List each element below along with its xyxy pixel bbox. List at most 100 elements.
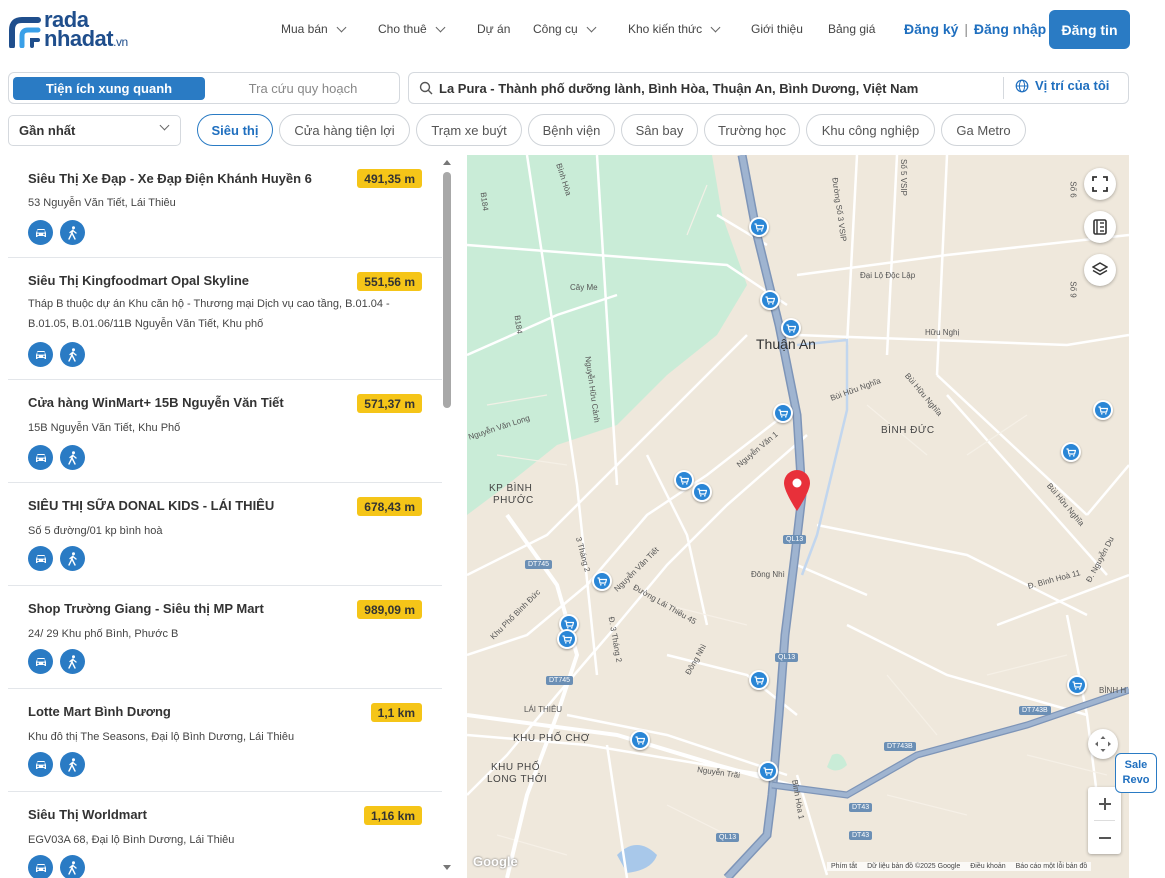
supermarket-marker[interactable] — [592, 571, 612, 591]
car-route-button[interactable] — [28, 546, 53, 571]
list-item[interactable]: SIÊU THỊ SỮA DONAL KIDS - LÁI THIÊU 678,… — [8, 483, 442, 586]
shopping-cart-icon — [786, 323, 796, 333]
supermarket-marker[interactable] — [773, 403, 793, 423]
car-icon — [35, 554, 46, 563]
sale-revo-badge[interactable]: Sale Revo — [1115, 753, 1157, 793]
map-layers-button[interactable] — [1084, 254, 1116, 286]
walk-route-button[interactable] — [60, 752, 85, 777]
report-error-link[interactable]: Báo cáo một lỗi bản đồ — [1016, 863, 1088, 870]
map-label-dong-nhi: Đông Nhì — [751, 570, 785, 579]
car-route-button[interactable] — [28, 220, 53, 245]
list-item[interactable]: Shop Trường Giang - Siêu thị MP Mart 989… — [8, 586, 442, 689]
logo-wordmark: rada nhadat.vn — [44, 9, 128, 52]
map-label-binh-h: BÌNH H — [1099, 686, 1127, 695]
scroll-up-arrow-icon[interactable] — [443, 160, 451, 165]
chip-ga-metro[interactable]: Ga Metro — [941, 114, 1026, 146]
supermarket-marker[interactable] — [674, 470, 694, 490]
supermarket-marker[interactable] — [1093, 400, 1113, 420]
map-base-layer — [467, 155, 1129, 878]
site-logo[interactable]: rada nhadat.vn — [8, 9, 158, 54]
nav-gioi-thieu[interactable]: Giới thiệu — [751, 22, 803, 36]
walk-route-button[interactable] — [60, 649, 85, 674]
map-label-kp-long-thoi-1: KHU PHỐ — [491, 762, 541, 773]
route-buttons — [28, 855, 85, 878]
nav-kho-kien-thuc[interactable]: Kho kiến thức — [628, 22, 721, 36]
shopping-cart-icon — [754, 675, 764, 685]
nav-label: Cho thuê — [378, 22, 427, 36]
supermarket-marker[interactable] — [1067, 675, 1087, 695]
supermarket-marker[interactable] — [749, 217, 769, 237]
chip-sieu-thi[interactable]: Siêu thị — [197, 114, 273, 146]
car-route-button[interactable] — [28, 855, 53, 878]
supermarket-marker[interactable] — [692, 482, 712, 502]
route-buttons — [28, 342, 85, 367]
nav-du-an[interactable]: Dự án — [477, 22, 510, 36]
supermarket-marker[interactable] — [758, 761, 778, 781]
chip-khu-cong-nghiep[interactable]: Khu công nghiệp — [806, 114, 935, 146]
supermarket-marker[interactable] — [781, 318, 801, 338]
recenter-button[interactable] — [1088, 729, 1118, 759]
supermarket-marker[interactable] — [760, 290, 780, 310]
supermarket-marker[interactable] — [1061, 442, 1081, 462]
register-link[interactable]: Đăng ký — [904, 21, 958, 37]
chip-tram-xe-buyt[interactable]: Trạm xe buýt — [416, 114, 522, 146]
list-item[interactable]: Cửa hàng WinMart+ 15B Nguyễn Văn Tiết 57… — [8, 380, 442, 483]
chip-cua-hang-tien-loi[interactable]: Cửa hàng tiện lợi — [279, 114, 410, 146]
walking-icon — [67, 757, 77, 772]
chip-benh-vien[interactable]: Bệnh viện — [528, 114, 615, 146]
list-scrollbar[interactable] — [443, 160, 451, 870]
nav-cho-thue[interactable]: Cho thuê — [378, 22, 446, 36]
place-address: EGV03A 68, Đại lộ Bình Dương, Lái Thiêu — [28, 834, 235, 846]
supermarket-marker[interactable] — [557, 629, 577, 649]
fullscreen-button[interactable] — [1084, 168, 1116, 200]
terms-link[interactable]: Điều khoản — [970, 863, 1005, 870]
nav-bang-gia[interactable]: Bảng giá — [828, 22, 875, 36]
distance-badge: 678,43 m — [357, 497, 422, 516]
car-icon — [35, 863, 46, 872]
list-item[interactable]: Lotte Mart Bình Dương 1,1 km Khu đô thị … — [8, 689, 442, 792]
chip-san-bay[interactable]: Sân bay — [621, 114, 698, 146]
walk-route-button[interactable] — [60, 546, 85, 571]
nav-cong-cu[interactable]: Công cụ — [533, 22, 597, 36]
places-list: Siêu Thị Xe Đạp - Xe Đạp Điện Khánh Huyề… — [8, 155, 460, 878]
tab-tra-cuu-quy-hoach[interactable]: Tra cứu quy hoạch — [209, 77, 397, 100]
list-item[interactable]: Siêu Thị Xe Đạp - Xe Đạp Điện Khánh Huyề… — [8, 155, 442, 258]
location-pin-icon[interactable] — [781, 468, 813, 512]
scroll-thumb[interactable] — [443, 172, 451, 408]
post-listing-button[interactable]: Đăng tin — [1049, 10, 1130, 49]
chevron-down-icon — [159, 120, 170, 131]
keyboard-shortcuts-link[interactable]: Phím tắt — [831, 863, 857, 870]
list-item[interactable]: Siêu Thị Kingfoodmart Opal Skyline 551,5… — [8, 258, 442, 380]
car-route-button[interactable] — [28, 649, 53, 674]
supermarket-marker[interactable] — [749, 670, 769, 690]
car-route-button[interactable] — [28, 342, 53, 367]
my-location-button[interactable]: Vị trí của tôi — [1015, 78, 1109, 93]
chip-truong-hoc[interactable]: Trường học — [704, 114, 800, 146]
walk-route-button[interactable] — [60, 855, 85, 878]
walk-route-button[interactable] — [60, 342, 85, 367]
map-view[interactable]: Thuận An BÌNH ĐỨC KP BÌNH PHƯỚC LÁI THIÊ… — [467, 155, 1129, 878]
scroll-down-arrow-icon[interactable] — [443, 865, 451, 870]
search-input[interactable] — [439, 74, 999, 102]
site-header: rada nhadat.vn Mua bán Cho thuê Dự án Cô… — [0, 0, 1165, 60]
zoom-in-button[interactable] — [1088, 787, 1121, 820]
tab-tien-ich[interactable]: Tiện ích xung quanh — [13, 77, 205, 100]
walk-route-button[interactable] — [60, 220, 85, 245]
sort-selected-value: Gần nhất — [19, 123, 76, 138]
supermarket-marker[interactable] — [630, 730, 650, 750]
legend-button[interactable] — [1084, 211, 1116, 243]
walk-route-button[interactable] — [60, 445, 85, 470]
road-shield-dt43: DT43 — [849, 803, 873, 812]
login-link[interactable]: Đăng nhập — [974, 21, 1046, 37]
sort-select[interactable]: Gần nhất — [8, 115, 181, 146]
map-label-kp-long-thoi-2: LONG THỚI — [487, 774, 548, 785]
nav-mua-ban[interactable]: Mua bán — [281, 22, 347, 36]
logo-mark-icon — [9, 17, 41, 48]
chevron-down-icon — [710, 22, 721, 32]
chevron-down-icon — [435, 22, 446, 32]
car-route-button[interactable] — [28, 445, 53, 470]
list-item[interactable]: Siêu Thị Worldmart 1,16 km EGV03A 68, Đạ… — [8, 792, 442, 878]
car-route-button[interactable] — [28, 752, 53, 777]
zoom-out-button[interactable] — [1088, 821, 1121, 854]
road-shield-ql13: QL13 — [775, 653, 799, 662]
